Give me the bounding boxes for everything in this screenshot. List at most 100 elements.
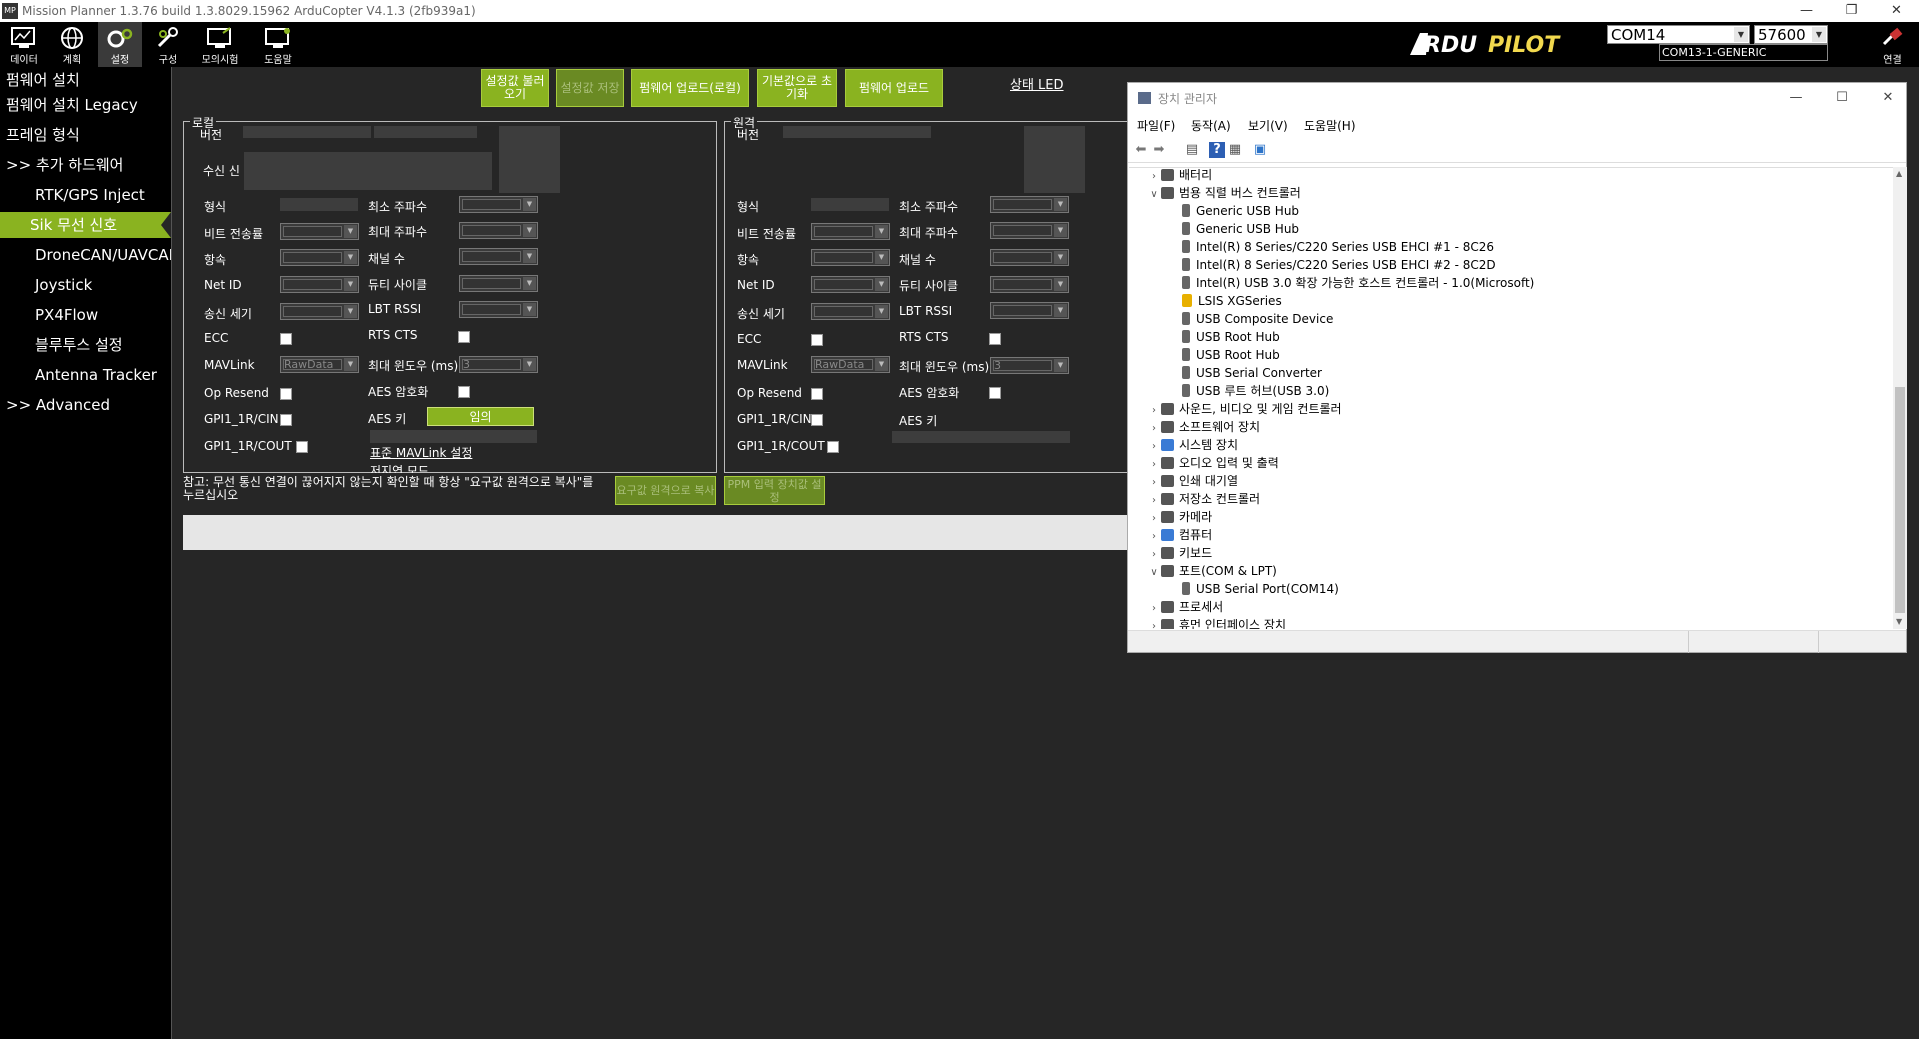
remote-aes-enc-checkbox[interactable] [989, 387, 1001, 399]
tree-category[interactable]: › 키보드 [1147, 544, 1212, 562]
remote-baud-select[interactable]: ▼ [811, 223, 890, 240]
remote-airspeed-select[interactable]: ▼ [811, 249, 890, 266]
properties-icon[interactable]: ▤ [1184, 142, 1200, 158]
tree-category[interactable]: ∨ 범용 직렬 버스 컨트롤러 [1147, 184, 1301, 202]
chevron-down-icon[interactable]: ∨ [1147, 186, 1161, 204]
local-gpio-cin-checkbox[interactable] [280, 414, 292, 426]
device-tree-scrollbar[interactable]: ▲ ▼ [1893, 167, 1907, 629]
sidebar-item-install-firmware-legacy[interactable]: 펌웨어 설치 Legacy [0, 92, 171, 118]
sidebar-item-sik-radio[interactable]: Sik 무선 신호 [0, 212, 171, 238]
dm-minimize-button[interactable]: — [1781, 87, 1811, 109]
sidebar-item-frame-type[interactable]: 프레임 형식 [0, 122, 171, 148]
toolbar-help-button[interactable]: 도움말 [256, 22, 300, 67]
remote-gpio-cin-checkbox[interactable] [811, 414, 823, 426]
local-op-resend-checkbox[interactable] [280, 388, 292, 400]
scrollbar-thumb[interactable] [1895, 387, 1905, 613]
std-mavlink-link[interactable]: 표준 MAVLink 설정 [370, 444, 472, 461]
local-max-window-select[interactable]: 3 ▼ [459, 356, 538, 373]
restore-button[interactable]: ❐ [1829, 0, 1874, 22]
tree-category[interactable]: › 인쇄 대기열 [1147, 472, 1238, 490]
tree-device[interactable]: Intel(R) 8 Series/C220 Series USB EHCI #… [1179, 238, 1494, 256]
remote-max-window-select[interactable]: 3 ▼ [990, 357, 1069, 374]
local-aes-key-field[interactable] [370, 430, 537, 443]
ppm-settings-button[interactable]: PPM 입력 장치값 설정 [724, 476, 825, 505]
sidebar-item-dronecan[interactable]: DroneCAN/UAVCAN [0, 242, 171, 268]
tree-category[interactable]: › 오디오 입력 및 출력 [1147, 454, 1279, 472]
baud-rate-select[interactable]: 57600 ▼ [1754, 25, 1828, 44]
tree-category[interactable]: › 카메라 [1147, 508, 1212, 526]
menu-help[interactable]: 도움말(H) [1304, 117, 1356, 134]
sidebar-item-px4flow[interactable]: PX4Flow [0, 302, 171, 328]
menu-file[interactable]: 파일(F) [1137, 117, 1175, 134]
sidebar-item-bluetooth[interactable]: 블루투스 설정 [0, 332, 171, 358]
tree-device[interactable]: Intel(R) USB 3.0 확장 가능한 호스트 컨트롤러 - 1.0(M… [1179, 274, 1534, 292]
tree-category[interactable]: › 소프트웨어 장치 [1147, 418, 1260, 436]
tree-category[interactable]: ∨ 포트(COM & LPT) [1147, 562, 1277, 580]
aes-random-button[interactable]: 임의 [427, 407, 534, 426]
status-led-link[interactable]: 상태 LED [1010, 74, 1064, 93]
tree-category[interactable]: › 저장소 컨트롤러 [1147, 490, 1260, 508]
remote-netid-select[interactable]: ▼ [811, 276, 890, 293]
menu-action[interactable]: 동작(A) [1191, 117, 1231, 134]
tree-device[interactable]: LSIS XGSeries [1179, 292, 1282, 310]
tree-category[interactable]: › 컴퓨터 [1147, 526, 1212, 544]
scroll-down-icon[interactable]: ▼ [1896, 617, 1902, 626]
remote-min-freq-select[interactable]: ▼ [990, 196, 1069, 213]
remote-mavlink-select[interactable]: RawData ▼ [811, 356, 890, 373]
dm-close-button[interactable]: ✕ [1873, 87, 1903, 109]
tree-category[interactable]: › 사운드, 비디오 및 게임 컨트롤러 [1147, 400, 1342, 418]
toolbar-config-button[interactable]: 구성 [146, 22, 190, 67]
sidebar-item-optional-hardware[interactable]: >> 추가 하드웨어 [0, 152, 171, 178]
low-latency-link[interactable]: 저지연 모드 [370, 462, 429, 473]
tree-device[interactable]: Intel(R) 8 Series/C220 Series USB EHCI #… [1179, 256, 1496, 274]
local-airspeed-select[interactable]: ▼ [280, 249, 359, 266]
scroll-up-icon[interactable]: ▲ [1896, 169, 1902, 178]
local-lbt-rssi-select[interactable]: ▼ [459, 301, 538, 318]
load-settings-button[interactable]: 설정값 불러오기 [481, 69, 549, 107]
com-port-dropdown-item[interactable]: COM13-1-GENERIC [1659, 44, 1828, 61]
toolbar-setup-button[interactable]: 설정 [98, 22, 142, 67]
remote-duty-cycle-select[interactable]: ▼ [990, 276, 1069, 293]
local-gpio-cout-checkbox[interactable] [296, 441, 308, 453]
back-arrow-icon[interactable]: ⬅ [1133, 142, 1149, 158]
scan-hardware-icon[interactable]: ▣ [1252, 142, 1268, 158]
tree-device[interactable]: Generic USB Hub [1179, 220, 1299, 238]
tree-device[interactable]: USB Root Hub [1179, 328, 1280, 346]
tree-device[interactable]: USB Serial Port(COM14) [1179, 580, 1339, 598]
local-rts-cts-checkbox[interactable] [458, 331, 470, 343]
upload-firmware-local-button[interactable]: 펌웨어 업로드(로컬) [631, 69, 749, 107]
tree-device[interactable]: Generic USB Hub [1179, 202, 1299, 220]
local-duty-cycle-select[interactable]: ▼ [459, 275, 538, 292]
tree-device[interactable]: USB 루트 허브(USB 3.0) [1179, 382, 1329, 400]
help-icon[interactable]: ? [1209, 142, 1225, 158]
sidebar-item-joystick[interactable]: Joystick [0, 272, 171, 298]
tree-category[interactable]: › 휴먼 인터페이스 장치 [1147, 616, 1286, 629]
tree-category[interactable]: › 시스템 장치 [1147, 436, 1238, 454]
upload-firmware-button[interactable]: 펌웨어 업로드 [845, 69, 943, 107]
local-baud-select[interactable]: ▼ [280, 223, 359, 240]
connect-button[interactable]: 연결 [1870, 26, 1915, 66]
local-channels-select[interactable]: ▼ [459, 248, 538, 265]
remote-channels-select[interactable]: ▼ [990, 249, 1069, 266]
remote-rts-cts-checkbox[interactable] [989, 333, 1001, 345]
sidebar-item-antenna-tracker[interactable]: Antenna Tracker [0, 362, 171, 388]
close-button[interactable]: ✕ [1874, 0, 1919, 22]
chevron-down-icon[interactable]: ∨ [1147, 564, 1161, 582]
remote-ecc-checkbox[interactable] [811, 334, 823, 346]
tree-device[interactable]: USB Composite Device [1179, 310, 1333, 328]
sidebar-item-rtk-gps-inject[interactable]: RTK/GPS Inject [0, 182, 171, 208]
remote-max-freq-select[interactable]: ▼ [990, 222, 1069, 239]
toolbar-data-button[interactable]: 데이터 [2, 22, 46, 67]
reset-defaults-button[interactable]: 기본값으로 초기화 [757, 69, 837, 107]
local-min-freq-select[interactable]: ▼ [459, 196, 538, 213]
view-icon[interactable]: ▦ [1227, 142, 1243, 158]
local-ecc-checkbox[interactable] [280, 333, 292, 345]
toolbar-sim-button[interactable]: 모의시험 [198, 22, 242, 67]
tree-category[interactable]: › 프로세서 [1147, 598, 1223, 616]
remote-gpio-cout-checkbox[interactable] [827, 441, 839, 453]
local-netid-select[interactable]: ▼ [280, 276, 359, 293]
dm-maximize-button[interactable]: ☐ [1827, 87, 1857, 109]
remote-lbt-rssi-select[interactable]: ▼ [990, 302, 1069, 319]
chevron-right-icon[interactable]: › [1147, 618, 1161, 629]
tree-device[interactable]: USB Root Hub [1179, 346, 1280, 364]
